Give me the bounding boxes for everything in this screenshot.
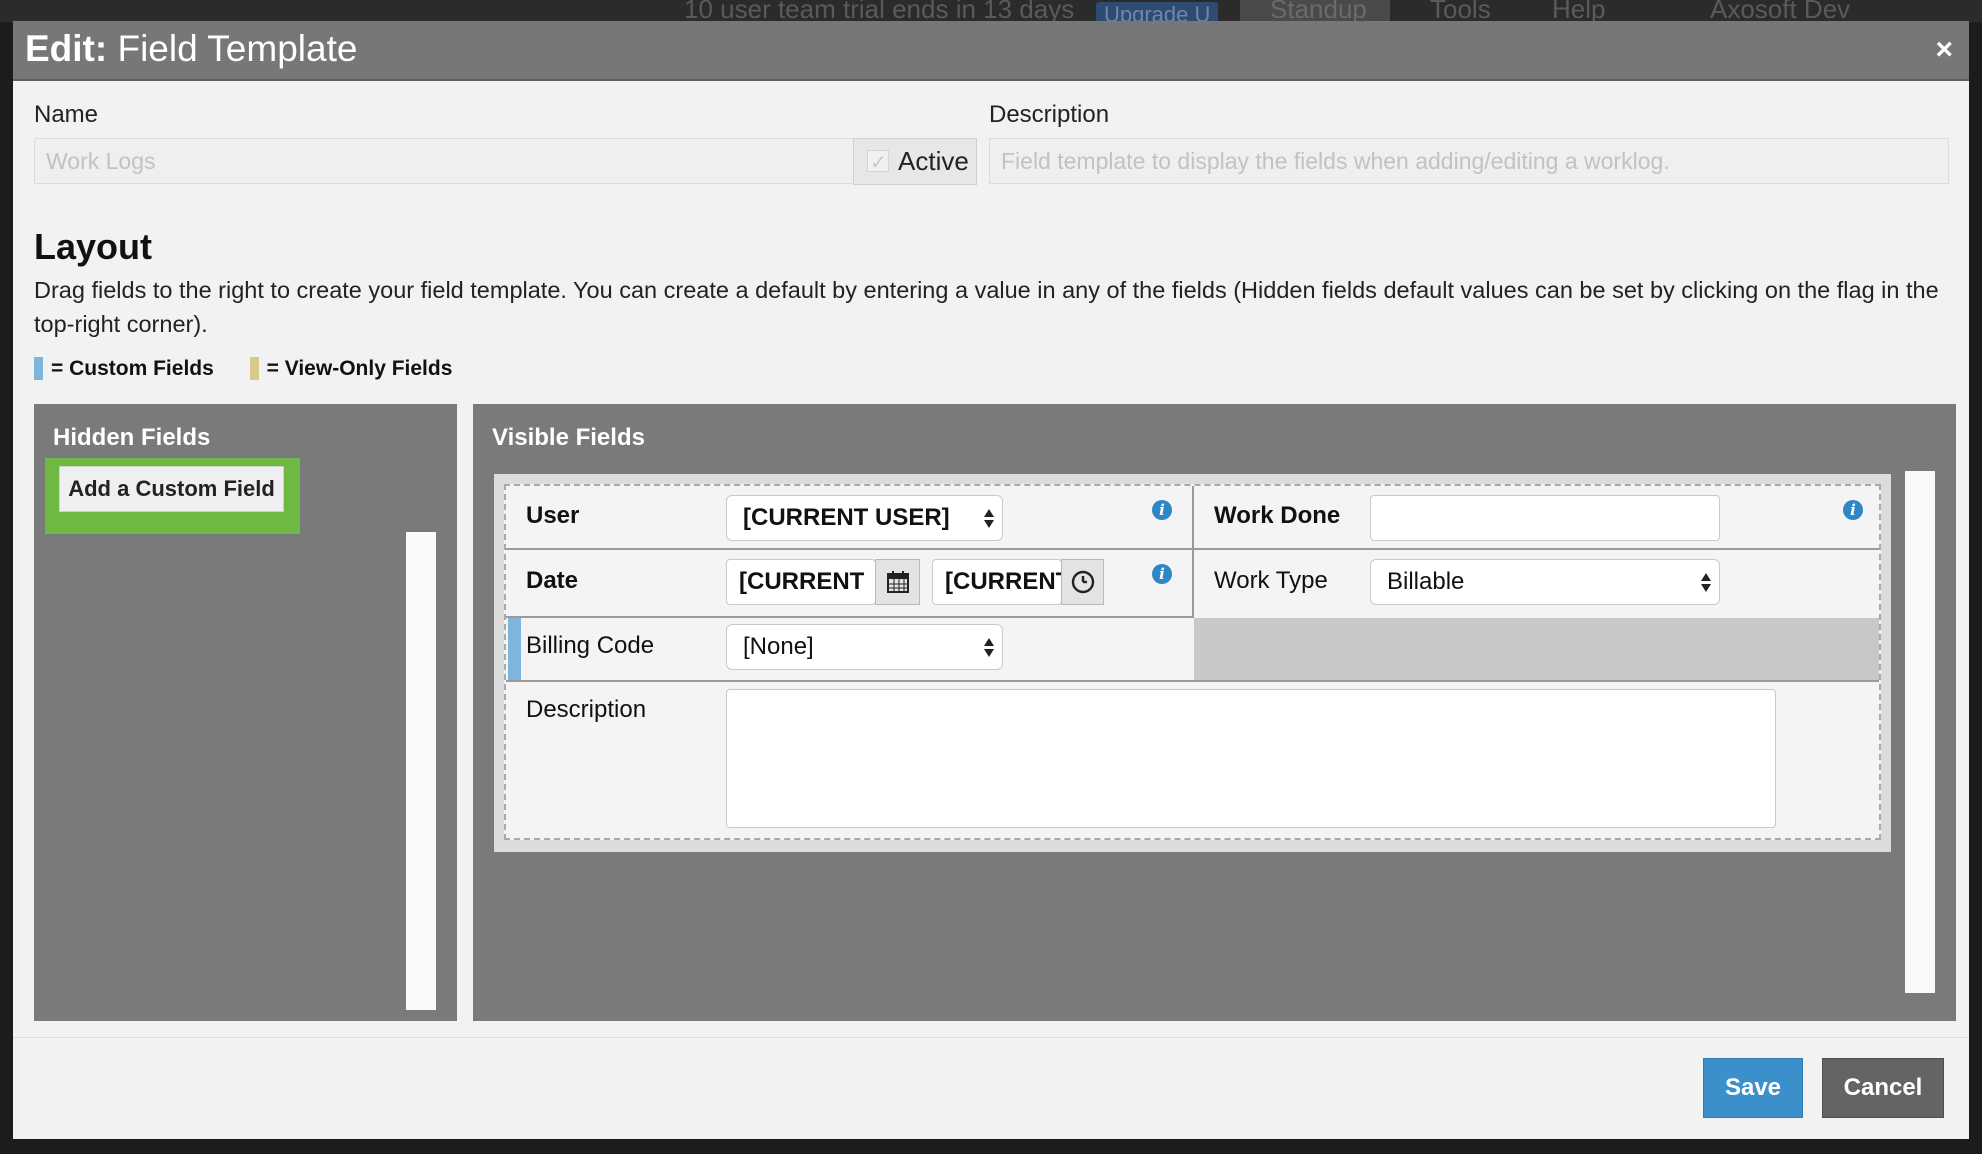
legend-label-custom: = Custom Fields <box>51 357 214 380</box>
standup-button: Standup <box>1240 0 1390 22</box>
visible-fields-scrollbar[interactable] <box>1905 471 1935 993</box>
empty-drop-cell[interactable] <box>1194 618 1879 682</box>
modal-title-prefix: Edit: <box>25 28 108 69</box>
select-arrows-icon <box>1701 566 1711 598</box>
work-done-input[interactable] <box>1370 495 1720 541</box>
select-arrows-icon <box>984 631 994 663</box>
description-textarea[interactable] <box>726 689 1776 828</box>
name-field[interactable]: Work Logs <box>34 138 854 184</box>
modal-title: Edit: Field Template <box>25 25 357 73</box>
hidden-fields-scrollbar[interactable] <box>406 532 436 1010</box>
active-checkbox[interactable]: Active <box>853 138 977 186</box>
calendar-button[interactable] <box>875 559 920 605</box>
billing-code-select-value: [None] <box>743 633 814 660</box>
work-type-field-label: Work Type <box>1214 567 1328 594</box>
close-icon[interactable]: × <box>1935 35 1953 65</box>
legend-custom-fields: = Custom Fields <box>34 357 214 381</box>
custom-field-marker <box>508 618 521 680</box>
description-label: Description <box>989 101 1110 128</box>
edit-field-template-modal: Edit: Field Template × Name Work Logs Ac… <box>13 21 1969 1139</box>
legend-swatch-custom <box>34 357 43 380</box>
upgrade-button: Upgrade U <box>1096 2 1218 22</box>
background-app-bar: 10 user team trial ends in 13 days Upgra… <box>0 0 1982 22</box>
user-select-value: [CURRENT USER] <box>743 504 950 531</box>
modal-header: Edit: Field Template × <box>13 21 1969 81</box>
legend-label-view-only: = View-Only Fields <box>266 357 453 380</box>
save-button[interactable]: Save <box>1703 1058 1803 1118</box>
time-input[interactable]: [CURRENT <box>932 559 1062 605</box>
info-icon[interactable]: i <box>1152 564 1172 584</box>
name-label: Name <box>34 101 99 128</box>
layout-description: Drag fields to the right to create your … <box>34 277 1939 337</box>
standup-label: Standup <box>1270 0 1367 22</box>
info-icon[interactable]: i <box>1152 500 1172 520</box>
info-icon[interactable]: i <box>1843 500 1863 520</box>
user-select[interactable]: [CURRENT USER] <box>726 495 1003 541</box>
billing-code-select[interactable]: [None] <box>726 624 1003 670</box>
billing-code-field-label: Billing Code <box>526 632 655 659</box>
legend-view-only-fields: = View-Only Fields <box>249 357 453 381</box>
tools-menu: Tools <box>1430 0 1491 22</box>
legend-swatch-view-only <box>249 357 259 380</box>
calendar-icon <box>887 571 909 593</box>
visible-fields-panel: Visible Fields User [CURRENT USER] i Wor… <box>473 404 1956 1021</box>
clock-icon <box>1071 570 1095 594</box>
row-divider <box>506 680 1879 682</box>
time-picker-button[interactable] <box>1061 559 1104 605</box>
active-label: Active <box>898 146 969 176</box>
add-custom-field-highlight: Add a Custom Field <box>45 458 300 534</box>
user-field-label: User <box>526 502 580 529</box>
work-done-field-label: Work Done <box>1214 502 1341 529</box>
date-field-label: Date <box>526 567 579 594</box>
date-input[interactable]: [CURRENT <box>726 559 876 605</box>
field-layout-grid: User [CURRENT USER] i Work Done i Date [… <box>504 484 1881 840</box>
hidden-fields-panel: Hidden Fields Add a Custom Field <box>34 404 457 1021</box>
user-menu: Axosoft Dev <box>1710 0 1851 22</box>
work-type-select[interactable]: Billable <box>1370 559 1720 605</box>
modal-title-text: Field Template <box>117 28 358 69</box>
cancel-button[interactable]: Cancel <box>1822 1058 1944 1118</box>
column-divider <box>1192 486 1194 618</box>
active-check-icon[interactable] <box>867 141 889 186</box>
visible-fields-title: Visible Fields <box>492 424 645 451</box>
help-menu: Help <box>1552 0 1606 22</box>
hidden-fields-title: Hidden Fields <box>53 424 211 451</box>
work-type-select-value: Billable <box>1387 568 1465 595</box>
footer-divider <box>13 1037 1969 1038</box>
select-arrows-icon <box>984 502 994 534</box>
description-field-label: Description <box>526 696 647 723</box>
field-layout-area: User [CURRENT USER] i Work Done i Date [… <box>494 474 1891 852</box>
row-divider <box>506 616 1194 618</box>
add-custom-field-button[interactable]: Add a Custom Field <box>59 466 284 512</box>
trial-notice: 10 user team trial ends in 13 days <box>684 0 1075 22</box>
row-divider <box>506 548 1879 550</box>
layout-heading: Layout <box>34 226 153 267</box>
description-field[interactable]: Field template to display the fields whe… <box>989 138 1949 184</box>
field-legend: = Custom Fields = View-Only Fields <box>34 357 482 381</box>
